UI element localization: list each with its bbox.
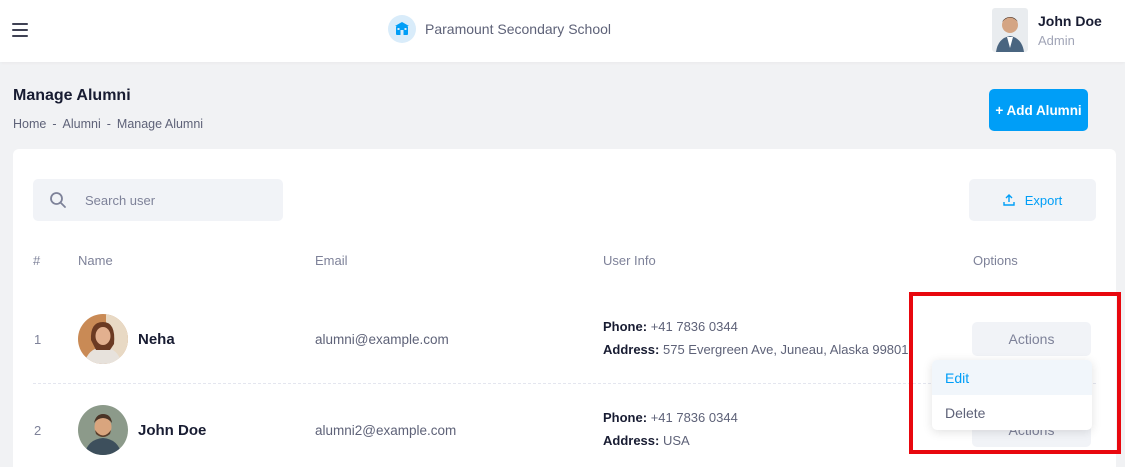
address-value: 575 Evergreen Ave, Juneau, Alaska 99801 (662, 342, 909, 357)
avatar (78, 405, 128, 455)
avatar[interactable] (992, 8, 1028, 52)
column-header-user-info: User Info (603, 253, 656, 268)
top-navbar: Paramount Secondary School John Doe Admi… (0, 0, 1125, 62)
school-brand: Paramount Secondary School (388, 15, 611, 43)
phone-label: Phone: (603, 410, 648, 425)
user-name: John Doe (1038, 12, 1102, 29)
breadcrumb-separator: - (52, 117, 57, 131)
search-box[interactable] (33, 179, 283, 221)
breadcrumb-current: Manage Alumni (116, 117, 204, 131)
breadcrumb: Home - Alumni - Manage Alumni (13, 117, 203, 131)
delete-menu-item[interactable]: Delete (932, 395, 1092, 430)
breadcrumb-home[interactable]: Home (13, 117, 46, 131)
row-email: alumni2@example.com (315, 423, 457, 438)
address-value: USA (662, 433, 690, 448)
search-input[interactable] (85, 192, 255, 208)
menu-icon[interactable] (12, 23, 28, 37)
address-label: Address: (603, 342, 660, 357)
phone-value: +41 7836 0344 (650, 410, 738, 425)
page-title: Manage Alumni (13, 87, 131, 104)
column-header-options: Options (973, 253, 1018, 268)
phone-value: +41 7836 0344 (650, 319, 738, 334)
row-name[interactable]: John Doe (138, 422, 206, 439)
search-icon (50, 192, 66, 208)
row-user-info: Phone: +41 7836 0344 Address: 575 Evergr… (603, 315, 909, 361)
row-user-info: Phone: +41 7836 0344 Address: USA (603, 406, 738, 452)
user-profile[interactable]: John Doe Admin (992, 8, 1102, 52)
row-index: 2 (34, 423, 42, 438)
column-header-email[interactable]: Email (315, 253, 348, 268)
actions-button[interactable]: Actions (972, 322, 1091, 356)
row-index: 1 (34, 332, 42, 347)
breadcrumb-alumni[interactable]: Alumni (63, 117, 101, 131)
school-logo-icon (388, 15, 416, 43)
school-name: Paramount Secondary School (425, 21, 611, 37)
column-header-index: # (33, 253, 41, 268)
breadcrumb-separator: - (106, 117, 111, 131)
row-name[interactable]: Neha (138, 331, 175, 348)
phone-label: Phone: (603, 319, 648, 334)
row-email: alumni@example.com (315, 332, 449, 347)
column-header-name[interactable]: Name (78, 253, 113, 268)
upload-icon (1003, 194, 1015, 206)
edit-menu-item[interactable]: Edit (932, 360, 1092, 395)
address-label: Address: (603, 433, 660, 448)
export-button[interactable]: Export (969, 179, 1096, 221)
user-role: Admin (1038, 32, 1075, 48)
export-label: Export (1024, 192, 1063, 208)
add-alumni-button[interactable]: + Add Alumni (989, 89, 1088, 131)
actions-dropdown-menu: Edit Delete (932, 360, 1092, 430)
avatar (78, 314, 128, 364)
